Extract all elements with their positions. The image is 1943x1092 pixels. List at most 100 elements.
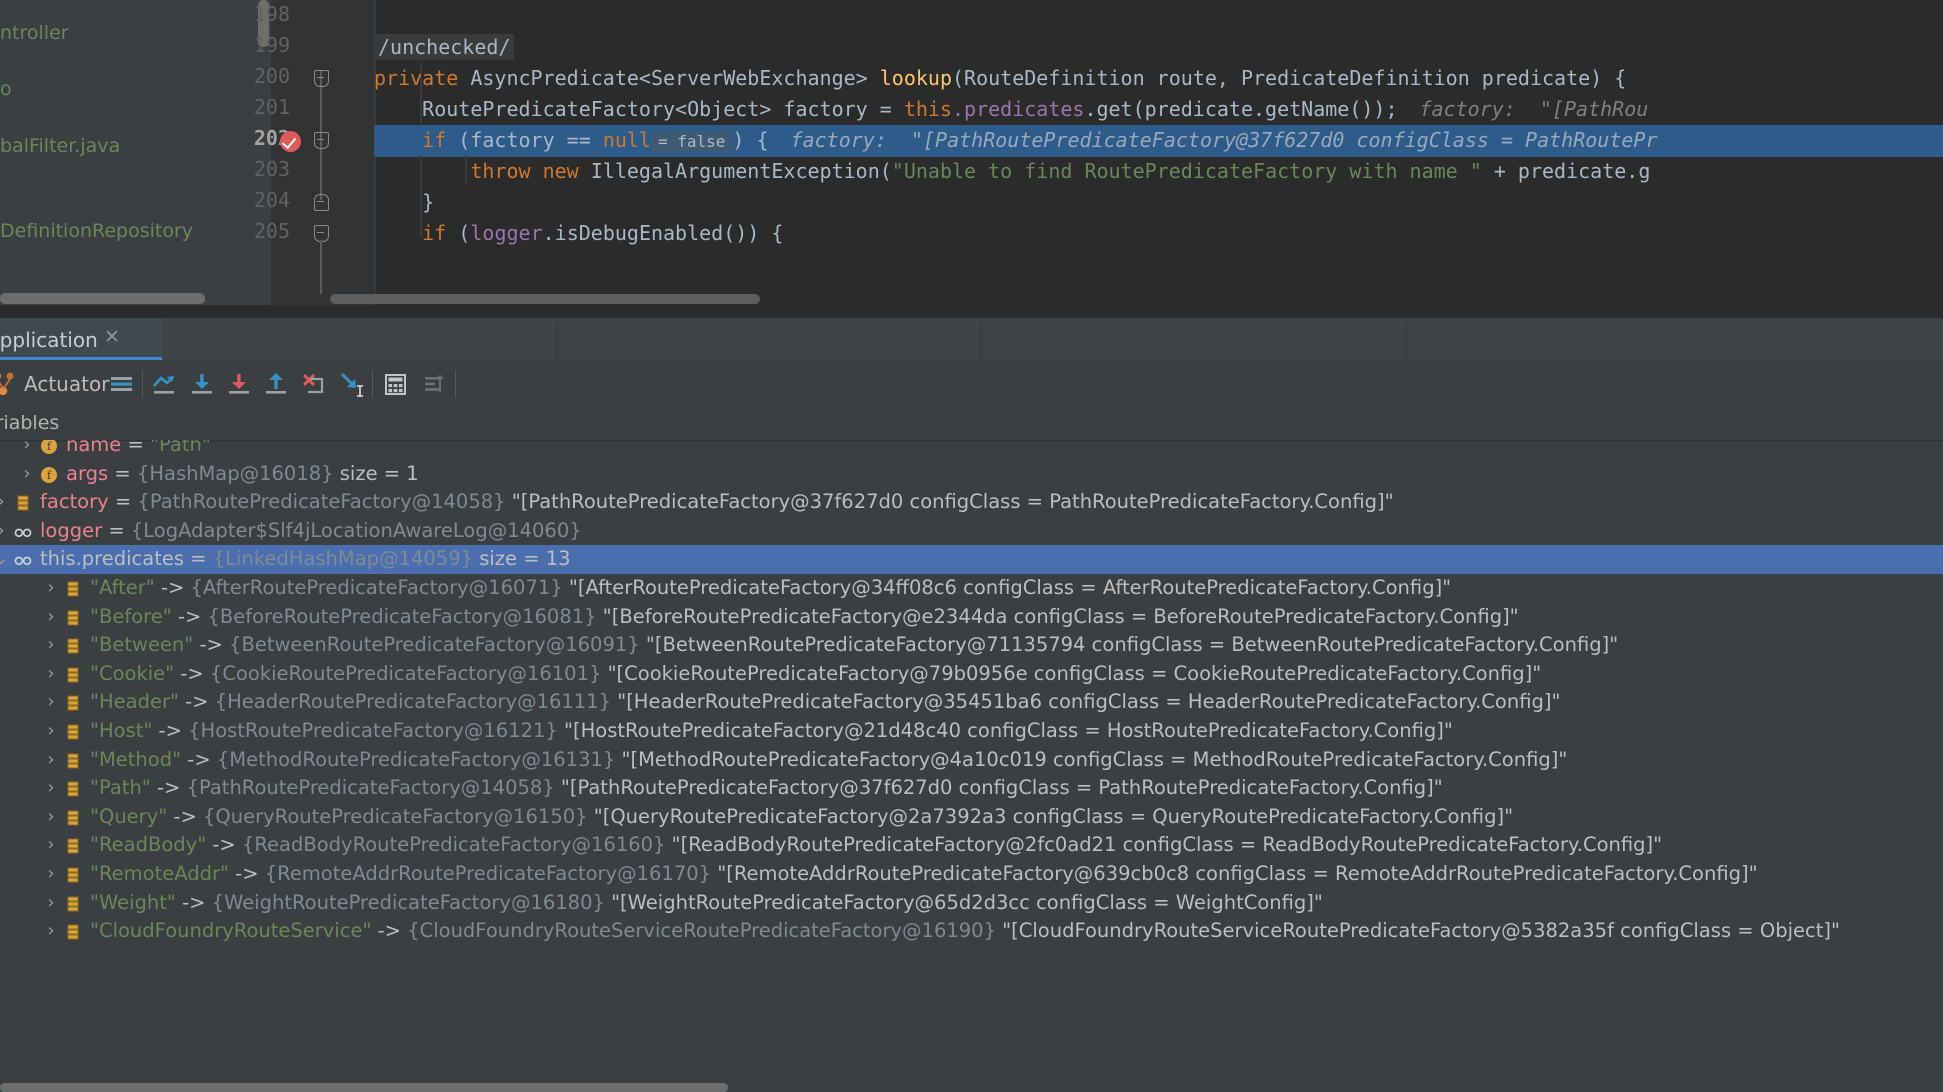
chevron-right-icon[interactable]: › bbox=[0, 517, 10, 546]
project-tree-item[interactable]: balFilter.java bbox=[0, 135, 120, 157]
variables-row[interactable]: › factory = {PathRoutePredicateFactory@14… bbox=[0, 488, 1943, 517]
variable-key-string: "ReadBody" bbox=[90, 833, 207, 857]
run-to-cursor-icon[interactable] bbox=[335, 367, 369, 401]
variable-key-string: "Method" bbox=[90, 747, 182, 771]
chevron-right-icon[interactable]: › bbox=[42, 917, 60, 946]
variables-row[interactable]: › f name = "Path" bbox=[0, 440, 1943, 460]
variable-key-string: "CloudFoundryRouteService" bbox=[90, 919, 372, 943]
variables-row[interactable]: › "Header" -> {HeaderRoutePredicateFactor… bbox=[0, 688, 1943, 717]
chevron-right-icon[interactable]: › bbox=[42, 860, 60, 889]
variables-row[interactable]: › f args = {HashMap@16018} size = 1 bbox=[0, 460, 1943, 489]
step-over-icon[interactable] bbox=[147, 367, 181, 401]
chevron-right-icon[interactable]: › bbox=[42, 660, 60, 689]
code-text-area[interactable]: /unchecked/ private AsyncPredicate<Serve… bbox=[374, 0, 1943, 305]
tab-application-label: Application bbox=[0, 328, 98, 352]
variables-row[interactable]: › "After" -> {AfterRoutePredicateFactory@… bbox=[0, 574, 1943, 603]
map-arrow: -> bbox=[150, 776, 187, 800]
intellij-debugger-window: ntroller o balFilter.java DefinitionRepo… bbox=[0, 0, 1943, 1092]
variables-row-text: "Path" -> {PathRoutePredicateFactory@140… bbox=[90, 774, 1443, 803]
close-icon[interactable]: ✕ bbox=[104, 328, 121, 347]
variables-row[interactable]: › "Before" -> {BeforeRoutePredicateFactor… bbox=[0, 603, 1943, 632]
line-number: 205 bbox=[253, 219, 290, 243]
variables-row[interactable]: › "Query" -> {QueryRoutePredicateFactory@… bbox=[0, 803, 1943, 832]
keyword-if: if bbox=[422, 128, 447, 152]
drop-frame-icon[interactable] bbox=[296, 367, 330, 401]
inline-evaluated-value[interactable]: = false bbox=[650, 131, 733, 152]
chevron-right-icon[interactable]: › bbox=[42, 803, 60, 832]
variables-row-selected[interactable]: ⌄ this.predicates = {LinkedHashMap@14059}… bbox=[0, 545, 1943, 574]
map-arrow: -> bbox=[228, 862, 265, 885]
settings-list-icon[interactable] bbox=[416, 367, 450, 401]
variables-row[interactable]: › "Weight" -> {WeightRoutePredicateFactor… bbox=[0, 889, 1943, 918]
variable-value: "[PathRoutePredicateFactory@37f627d0 con… bbox=[554, 776, 1443, 800]
line-number: 198 bbox=[253, 2, 290, 26]
chevron-right-icon[interactable]: › bbox=[42, 688, 60, 717]
keyword-null: null bbox=[602, 128, 651, 152]
chevron-right-icon[interactable]: › bbox=[42, 889, 60, 918]
chevron-right-icon[interactable]: › bbox=[42, 746, 60, 775]
map-arrow: -> bbox=[181, 747, 217, 771]
variable-value: "[QueryRoutePredicateFactory@2a7392a3 co… bbox=[587, 804, 1514, 828]
variables-row[interactable]: › "ReadBody" -> {ReadBodyRoutePredicateFa… bbox=[0, 831, 1943, 860]
variables-row-text: "After" -> {AfterRoutePredicateFactory@1… bbox=[90, 574, 1451, 603]
force-step-into-icon[interactable] bbox=[222, 367, 256, 401]
project-tree-item[interactable]: ntroller bbox=[0, 22, 69, 44]
chevron-right-icon[interactable]: › bbox=[18, 460, 36, 489]
chevron-right-icon[interactable]: › bbox=[42, 717, 60, 746]
variables-row-text: logger = {LogAdapter$Slf4jLocationAwareL… bbox=[40, 517, 582, 546]
variables-horizontal-scrollbar[interactable] bbox=[0, 1083, 728, 1092]
object-icon bbox=[67, 695, 79, 711]
editor-horizontal-scrollbar[interactable] bbox=[330, 294, 760, 304]
toolbar-divider bbox=[455, 370, 456, 398]
rerun-frames-icon[interactable] bbox=[104, 367, 138, 401]
project-tree-item[interactable]: DefinitionRepository bbox=[0, 220, 193, 242]
fold-marker-icon[interactable] bbox=[314, 225, 329, 242]
variables-row[interactable]: › "Path" -> {PathRoutePredicateFactory@14… bbox=[0, 774, 1943, 803]
variable-name: factory bbox=[40, 490, 109, 514]
editor-gutter[interactable]: 198 199 200 201 202 203 204 205 bbox=[254, 0, 374, 305]
breakpoint-verified-icon[interactable] bbox=[280, 131, 301, 152]
variable-value: "[PathRoutePredicateFactory@37f627d0 con… bbox=[505, 490, 1394, 514]
variables-row[interactable]: › "Method" -> {MethodRoutePredicateFactor… bbox=[0, 746, 1943, 775]
actuator-icon[interactable] bbox=[0, 371, 19, 397]
evaluate-expression-icon[interactable] bbox=[378, 367, 412, 401]
step-out-icon[interactable] bbox=[259, 367, 293, 401]
equals-sign: = bbox=[184, 547, 213, 571]
object-icon bbox=[67, 581, 79, 597]
variable-name: args bbox=[66, 461, 109, 485]
chevron-right-icon[interactable]: › bbox=[42, 574, 60, 603]
variables-row[interactable]: › "Between" -> {BetweenRoutePredicateFact… bbox=[0, 631, 1943, 660]
map-arrow: -> bbox=[174, 661, 210, 685]
fold-marker-icon[interactable] bbox=[314, 70, 329, 87]
step-into-icon[interactable] bbox=[185, 367, 219, 401]
project-horizontal-scrollbar[interactable] bbox=[0, 293, 205, 304]
variables-row[interactable]: › logger = {LogAdapter$Slf4jLocationAware… bbox=[0, 517, 1943, 546]
object-icon bbox=[67, 667, 79, 683]
variables-row[interactable]: › "Host" -> {HostRoutePredicateFactory@16… bbox=[0, 717, 1943, 746]
variables-row[interactable]: › "CloudFoundryRouteService" -> {CloudFou… bbox=[0, 917, 1943, 946]
code-line-200: private AsyncPredicate<ServerWebExchange… bbox=[374, 63, 1626, 94]
chevron-down-icon[interactable]: ⌄ bbox=[0, 545, 10, 574]
variables-row[interactable]: › "Cookie" -> {CookieRoutePredicateFactor… bbox=[0, 660, 1943, 689]
variable-type: {AfterRoutePredicateFactory@16071} bbox=[190, 576, 563, 599]
project-tree-item[interactable]: o bbox=[0, 78, 12, 100]
variable-value: "[HostRoutePredicateFactory@21d48c40 con… bbox=[557, 719, 1453, 742]
object-icon bbox=[67, 724, 79, 740]
equals-sign: = bbox=[102, 518, 131, 542]
map-arrow: -> bbox=[167, 804, 203, 828]
variable-key-string: "Host" bbox=[90, 719, 153, 742]
fold-marker-icon[interactable] bbox=[314, 194, 329, 211]
chevron-right-icon[interactable]: › bbox=[42, 831, 60, 860]
concat-tail: + predicate.g bbox=[1481, 159, 1651, 183]
chevron-right-icon[interactable]: › bbox=[0, 488, 10, 517]
variables-tree[interactable]: › f name = "Path" › f args = {HashMap@16018} … bbox=[0, 440, 1943, 1092]
chevron-right-icon[interactable]: › bbox=[42, 774, 60, 803]
fold-marker-icon[interactable] bbox=[314, 132, 329, 149]
chevron-right-icon[interactable]: › bbox=[42, 603, 60, 632]
tabbar-divider bbox=[1406, 321, 1407, 360]
variables-row-text: "Cookie" -> {CookieRoutePredicateFactory… bbox=[90, 660, 1541, 689]
chevron-right-icon[interactable]: › bbox=[18, 440, 36, 460]
chevron-right-icon[interactable]: › bbox=[42, 631, 60, 660]
code-line-205: if (logger.isDebugEnabled()) { bbox=[374, 218, 783, 249]
variables-row[interactable]: › "RemoteAddr" -> {RemoteAddrRoutePredica… bbox=[0, 860, 1943, 889]
